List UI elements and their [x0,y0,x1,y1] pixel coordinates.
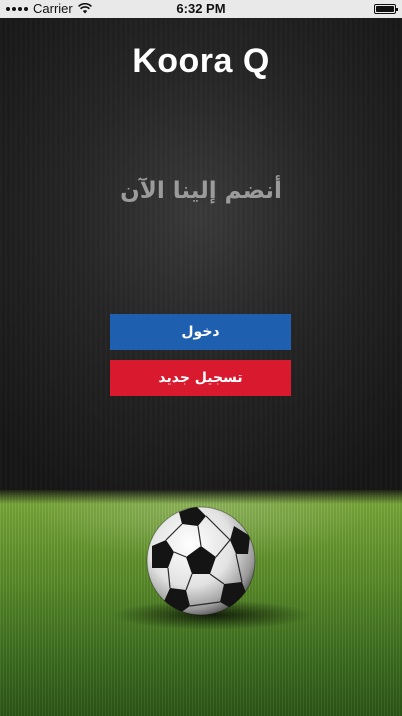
register-button[interactable]: تسجيل جديد [110,360,291,396]
login-button[interactable]: دخول [110,314,291,350]
battery-icon [374,4,398,14]
app-title: Koora Q [132,42,270,80]
status-time: 6:32 PM [176,1,226,16]
app-screen: Carrier 6:32 PM Koora Q أنضم إلينا الآن … [0,0,402,716]
status-bar: Carrier 6:32 PM [0,0,402,18]
soccer-ball-icon [146,506,256,616]
join-now-heading: أنضم إلينا الآن [120,178,282,204]
